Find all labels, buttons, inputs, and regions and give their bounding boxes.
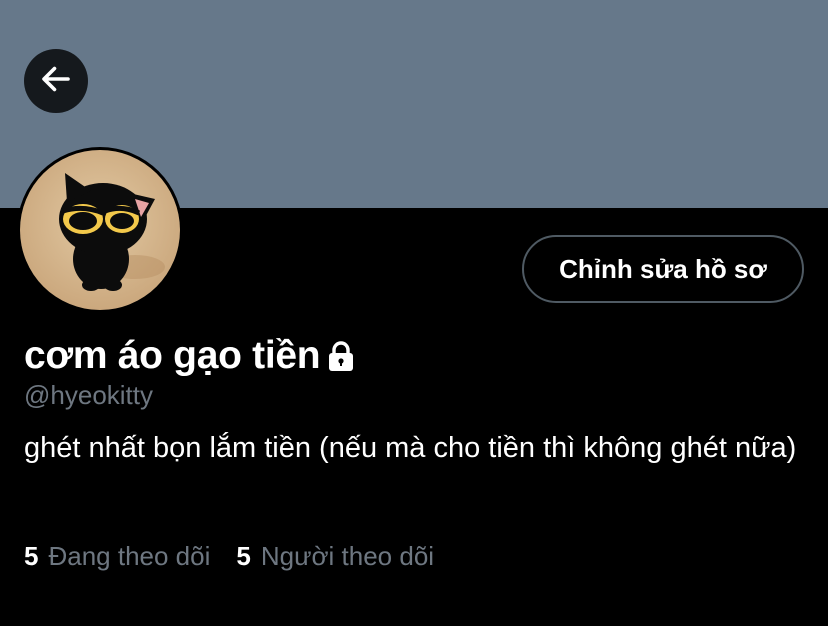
display-name: cơm áo gạo tiền (24, 334, 321, 377)
followers-link[interactable]: 5 Người theo dõi (236, 541, 434, 572)
profile-bio: ghét nhất bọn lắm tiền (nếu mà cho tiền … (24, 432, 797, 464)
arrow-left-icon (38, 61, 74, 102)
following-link[interactable]: 5 Đang theo dõi (24, 541, 210, 572)
avatar[interactable] (17, 147, 183, 313)
followers-count: 5 (236, 540, 251, 571)
following-count: 5 (24, 540, 39, 571)
following-label: Đang theo dõi (48, 540, 211, 571)
back-button[interactable] (24, 49, 88, 113)
lock-icon (326, 340, 356, 372)
edit-profile-button[interactable]: Chỉnh sửa hồ sơ (522, 235, 804, 303)
user-handle: @hyeokitty (24, 380, 153, 410)
followers-label: Người theo dõi (260, 540, 435, 571)
profile-name-row: cơm áo gạo tiền (24, 331, 356, 381)
profile-stats: 5 Đang theo dõi 5 Người theo dõi (24, 537, 434, 575)
